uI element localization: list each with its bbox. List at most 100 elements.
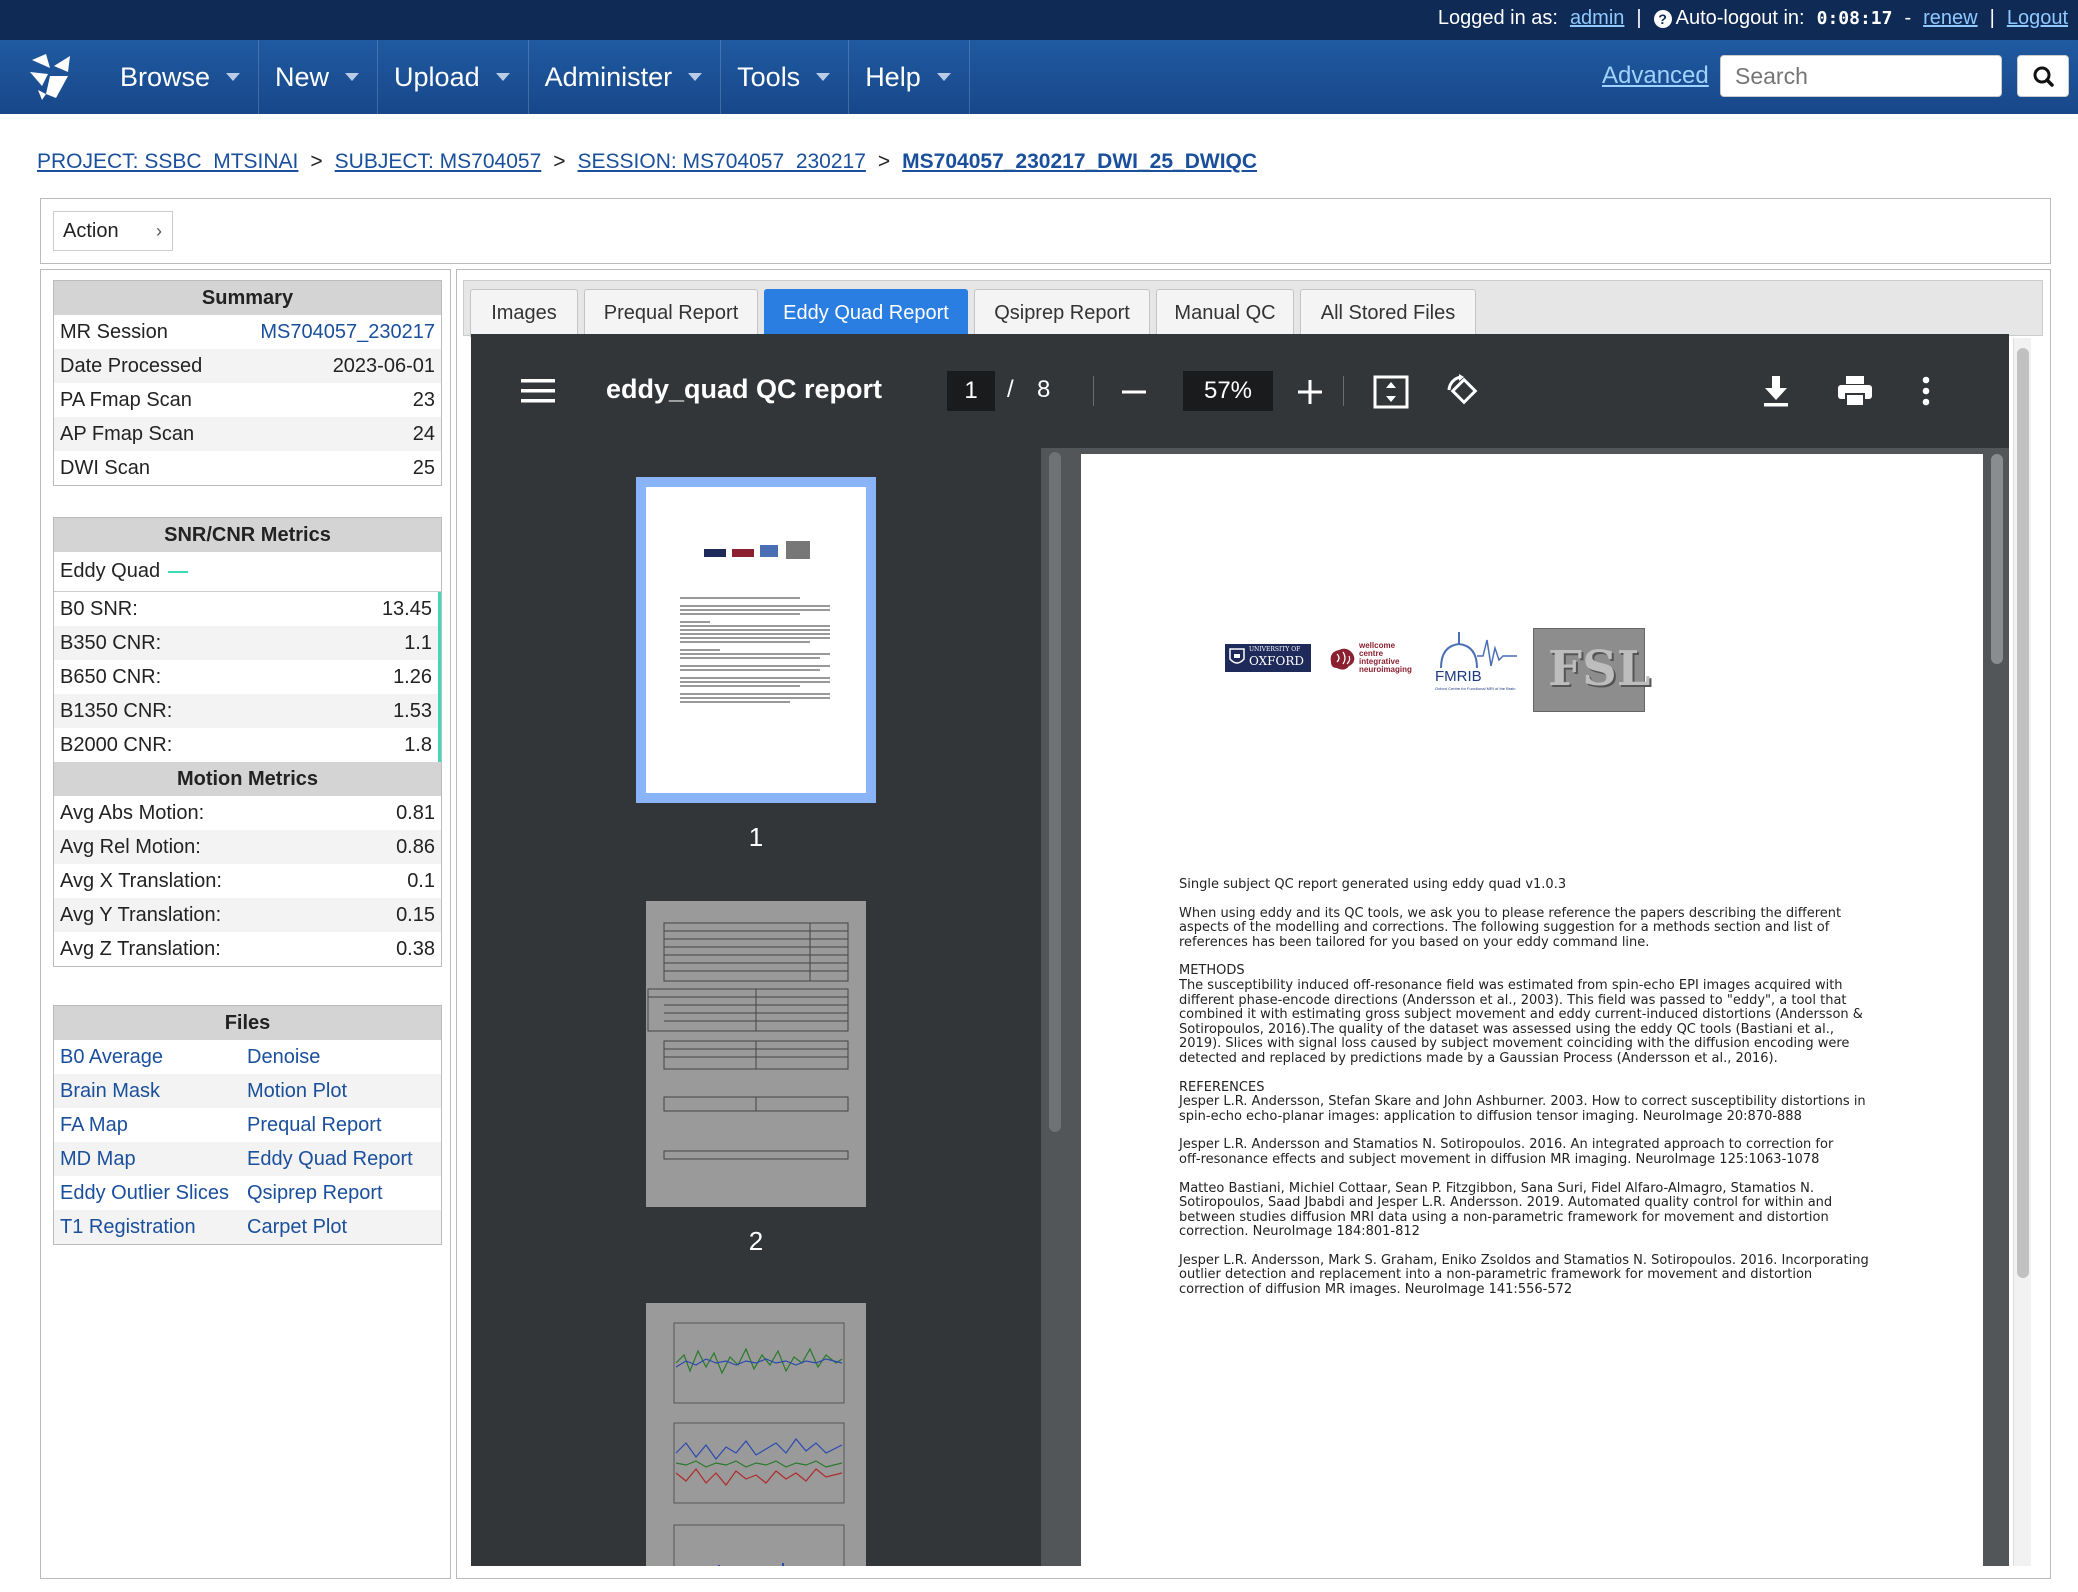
wellcome-logo: wellcome centre integrative neuroimaging — [1327, 642, 1417, 676]
file-link-qsiprep-report[interactable]: Qsiprep Report — [247, 1182, 383, 1205]
tab-manual-qc[interactable]: Manual QC — [1156, 289, 1294, 337]
renew-link[interactable]: renew — [1923, 7, 1977, 30]
files-row: B0 Average Denoise — [54, 1040, 441, 1074]
caret-down-icon — [495, 73, 510, 81]
search-icon — [2033, 66, 2054, 87]
motion-label: Avg Z Translation: — [60, 937, 221, 960]
zoom-in-icon[interactable] — [1297, 379, 1323, 405]
caret-down-icon — [345, 73, 360, 81]
thumbnail-preview-1 — [680, 541, 830, 703]
tab-strip: Images Prequal Report Eddy Quad Report Q… — [463, 280, 2043, 337]
file-link-prequal-report[interactable]: Prequal Report — [247, 1114, 382, 1137]
thumbnail-label-1: 1 — [748, 822, 764, 852]
legend-line-icon — [168, 570, 189, 573]
nav-tools[interactable]: Tools — [721, 40, 850, 114]
summary-row: MR Session MS704057_230217 — [54, 315, 441, 349]
thumbnail-preview-2 — [647, 922, 849, 1160]
page-separator: / — [1007, 376, 1014, 403]
nav-new[interactable]: New — [259, 40, 379, 114]
tab-prequal-report[interactable]: Prequal Report — [584, 289, 758, 337]
separator: | — [1989, 7, 1995, 29]
summary-label: MR Session — [60, 320, 168, 343]
file-link-t1-registration[interactable]: T1 Registration — [54, 1216, 247, 1239]
pdf-viewer: eddy_quad QC report 1 / 8 57% 1 2 UNIVER… — [471, 334, 2009, 1566]
summary-value: 24 — [412, 422, 435, 445]
file-link-eddy-outlier-slices[interactable]: Eddy Outlier Slices — [54, 1182, 247, 1205]
report-text: Single subject QC report generated using… — [1179, 877, 1869, 1312]
document-scrollbar[interactable] — [1991, 454, 2003, 664]
pdf-page-1: UNIVERSITY OF OXFORD wellcome centre int… — [1081, 454, 1983, 1566]
summary-label: AP Fmap Scan — [60, 422, 195, 445]
fsl-logo: FSL — [1533, 628, 1651, 712]
nav-label: Upload — [394, 61, 480, 92]
logout-link[interactable]: Logout — [2007, 7, 2068, 30]
summary-row: DWI Scan 25 — [54, 451, 441, 485]
zoom-out-icon[interactable] — [1121, 379, 1147, 405]
breadcrumb-project[interactable]: PROJECT: SSBC_MTSINAI — [37, 150, 298, 174]
advanced-search-link[interactable]: Advanced — [1602, 62, 1709, 90]
thumbnail-scrollbar[interactable] — [1049, 452, 1061, 1132]
user-link[interactable]: admin — [1570, 7, 1624, 30]
tab-qsiprep-report[interactable]: Qsiprep Report — [974, 289, 1150, 337]
motion-label: Avg X Translation: — [60, 869, 222, 892]
oxford-logo: UNIVERSITY OF OXFORD — [1225, 644, 1311, 672]
summary-row: PA Fmap Scan 23 — [54, 383, 441, 417]
files-title: Files — [54, 1006, 441, 1040]
page-thumbnail-3[interactable] — [646, 1303, 866, 1566]
breadcrumb-session[interactable]: SESSION: MS704057_230217 — [578, 150, 866, 174]
report-paragraph: METHODS The susceptibility induced off-r… — [1179, 963, 1863, 1066]
nav-upload[interactable]: Upload — [378, 40, 529, 114]
page-thumbnail-2[interactable] — [646, 901, 866, 1207]
search-input[interactable] — [1720, 55, 2002, 97]
search-button[interactable] — [2017, 55, 2069, 97]
zoom-level-input[interactable]: 57% — [1183, 371, 1273, 411]
mr-session-link[interactable]: MS704057_230217 — [260, 321, 435, 344]
menu-icon[interactable] — [521, 377, 555, 405]
metric-label: B1350 CNR: — [60, 699, 173, 722]
motion-row: Avg X Translation: 0.1 — [54, 864, 441, 898]
more-options-icon[interactable] — [1921, 376, 1931, 406]
tab-images[interactable]: Images — [470, 289, 578, 337]
nav-help[interactable]: Help — [849, 40, 970, 114]
files-row: FA Map Prequal Report — [54, 1108, 441, 1142]
help-circle-icon: ? — [1653, 10, 1672, 28]
summary-box: Summary MR Session MS704057_230217 Date P… — [53, 280, 442, 486]
nav-label: Browse — [120, 61, 211, 92]
file-link-carpet-plot[interactable]: Carpet Plot — [247, 1216, 347, 1239]
print-icon[interactable] — [1837, 374, 1873, 408]
file-link-motion-plot[interactable]: Motion Plot — [247, 1080, 347, 1103]
motion-label: Avg Abs Motion: — [60, 801, 205, 824]
fmrib-subtext: Oxford Centre for Functional MRI of the … — [1435, 686, 1516, 691]
panel-scrollbar-thumb[interactable] — [2017, 348, 2029, 1278]
action-label: Action — [63, 219, 119, 242]
page-number-input[interactable]: 1 — [947, 371, 995, 411]
panel-scrollbar[interactable] — [2013, 338, 2031, 1566]
action-menu-button[interactable]: Action › — [53, 211, 173, 251]
dash: - — [1904, 7, 1912, 29]
page-thumbnail-1[interactable] — [636, 477, 876, 803]
nav-administer[interactable]: Administer — [529, 40, 722, 114]
file-link-md-map[interactable]: MD Map — [54, 1148, 247, 1171]
xnat-logo-icon[interactable] — [24, 50, 78, 104]
rotate-icon[interactable] — [1445, 374, 1481, 410]
fit-page-icon[interactable] — [1373, 375, 1409, 409]
motion-row: Avg Abs Motion: 0.81 — [54, 796, 441, 830]
motion-label: Avg Y Translation: — [60, 903, 222, 926]
metric-row: B350 CNR: 1.1 — [54, 626, 441, 660]
tab-all-stored-files[interactable]: All Stored Files — [1300, 289, 1476, 337]
tab-eddy-quad-report[interactable]: Eddy Quad Report — [764, 289, 968, 337]
file-link-brain-mask[interactable]: Brain Mask — [54, 1080, 247, 1103]
file-link-denoise[interactable]: Denoise — [247, 1046, 320, 1069]
file-link-b0-average[interactable]: B0 Average — [54, 1046, 247, 1069]
oxford-small-text: UNIVERSITY OF — [1249, 646, 1301, 653]
nav-browse[interactable]: Browse — [104, 40, 260, 114]
metrics-box: SNR/CNR Metrics Eddy Quad B0 SNR: 13.45 B… — [53, 517, 442, 967]
breadcrumb-subject[interactable]: SUBJECT: MS704057 — [335, 150, 542, 174]
metric-value: 13.45 — [381, 597, 432, 620]
breadcrumb-current[interactable]: MS704057_230217_DWI_25_DWIQC — [902, 150, 1257, 174]
motion-row: Avg Rel Motion: 0.86 — [54, 830, 441, 864]
download-icon[interactable] — [1761, 374, 1791, 408]
file-link-eddy-quad-report[interactable]: Eddy Quad Report — [247, 1148, 413, 1171]
file-link-fa-map[interactable]: FA Map — [54, 1114, 247, 1137]
metric-label: B2000 CNR: — [60, 733, 173, 756]
